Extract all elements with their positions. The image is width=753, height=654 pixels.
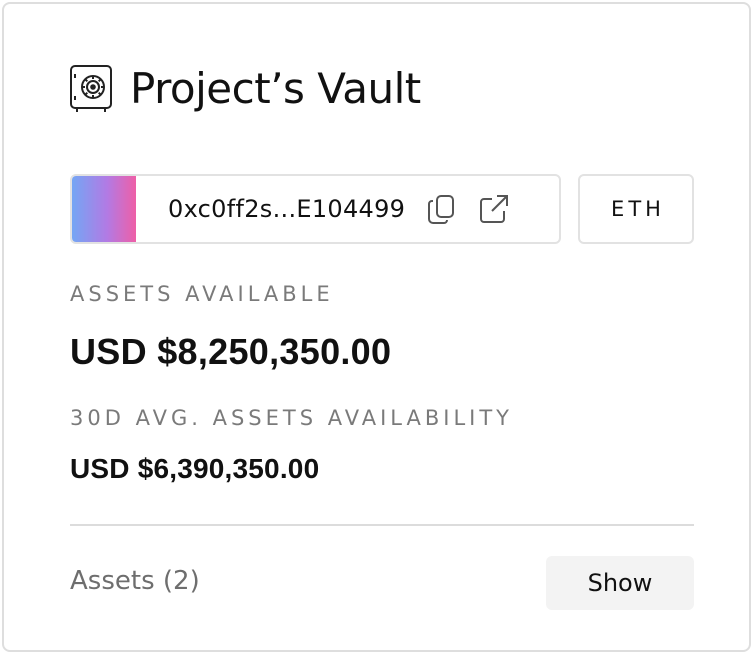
external-link-icon[interactable] — [477, 192, 511, 226]
assets-available-label: ASSETS AVAILABLE — [70, 282, 334, 306]
avg-assets-availability-value: USD $6,390,350.00 — [70, 453, 320, 484]
section-divider — [70, 524, 694, 526]
assets-available-value: USD $8,250,350.00 — [70, 331, 392, 372]
vault-card: Project’s Vault 0xc0ff2s...E104499 ETH A… — [2, 2, 751, 652]
copy-icon[interactable] — [425, 192, 459, 226]
vault-header: Project’s Vault — [68, 62, 421, 116]
avg-assets-availability-label: 30D AVG. ASSETS AVAILABILITY — [70, 406, 514, 430]
vault-safe-icon — [68, 63, 114, 115]
show-assets-button[interactable]: Show — [546, 556, 694, 610]
wallet-address: 0xc0ff2s...E104499 — [168, 195, 406, 223]
page-title: Project’s Vault — [130, 64, 421, 113]
wallet-address-field: 0xc0ff2s...E104499 — [70, 174, 561, 244]
assets-count-label: Assets (2) — [70, 566, 200, 596]
wallet-avatar-swatch — [72, 176, 136, 242]
network-selector-button[interactable]: ETH — [578, 174, 694, 244]
